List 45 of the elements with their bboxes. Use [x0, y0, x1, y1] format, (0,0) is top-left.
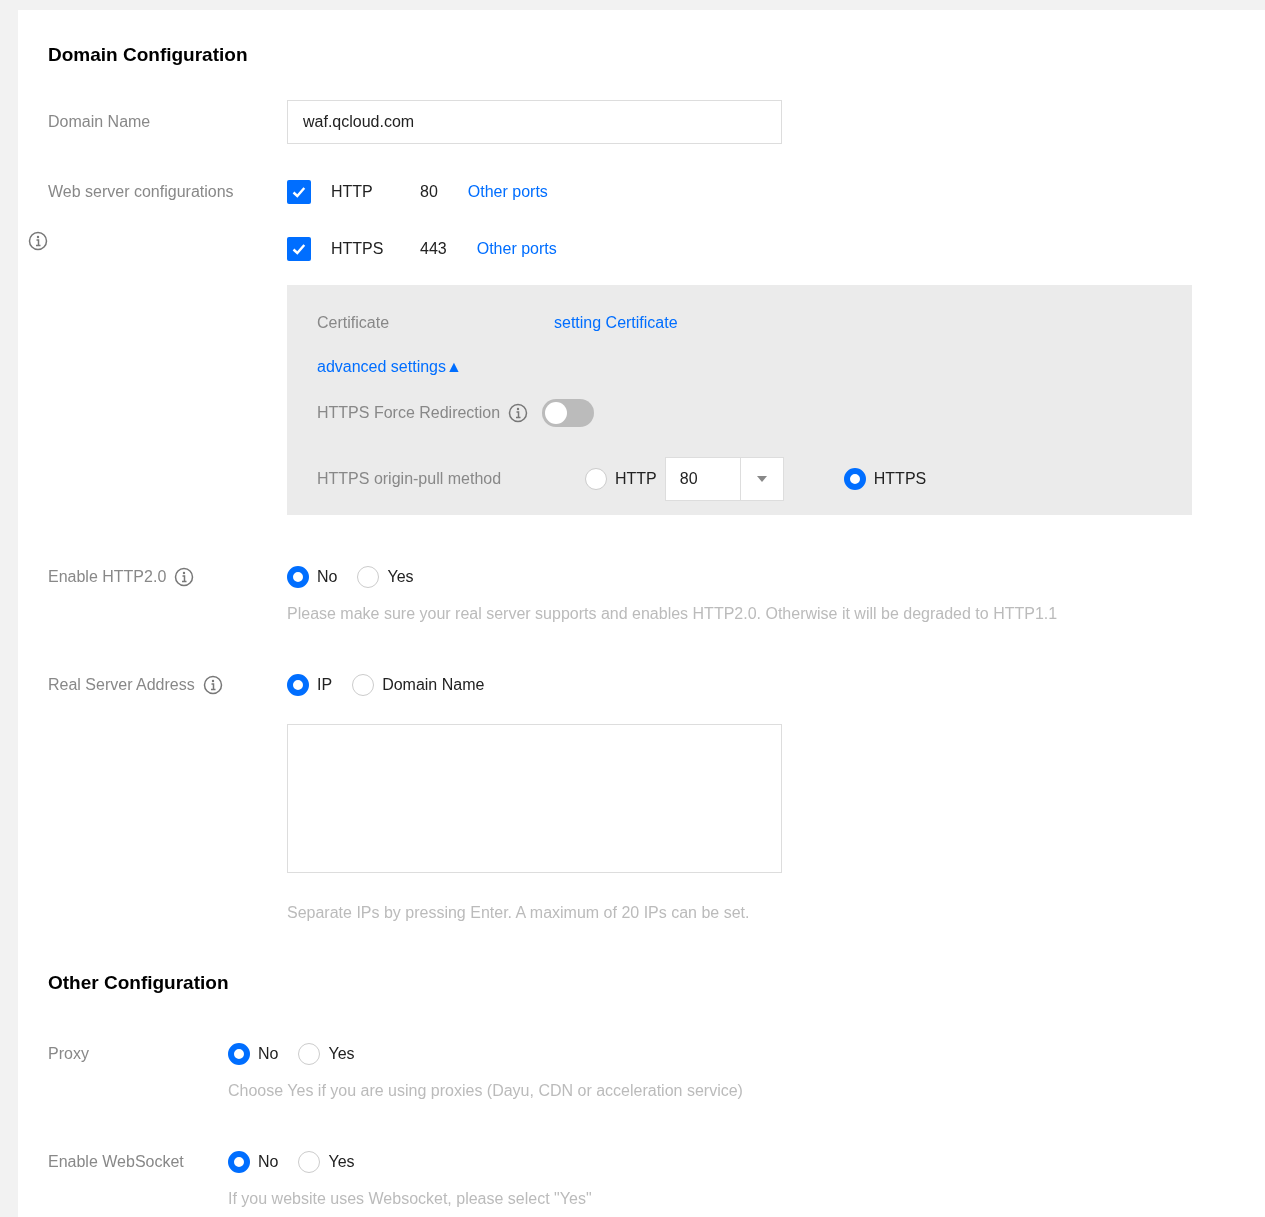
other-ports-link[interactable]: Other ports [467, 183, 548, 201]
field-label: Certificate [317, 314, 391, 332]
radio-option[interactable]: No [228, 1151, 279, 1173]
hint-text: If you website uses Websocket, please select "Yes" [228, 1190, 593, 1208]
port-number: 443 [420, 240, 447, 258]
field-label: Enable HTTP2.0 [48, 568, 167, 586]
radio-option[interactable]: Yes [298, 1043, 355, 1065]
port-select[interactable]: 80 [664, 457, 784, 501]
radio-option[interactable]: No [228, 1043, 279, 1065]
field-label: HTTPS Force Redirection [317, 404, 501, 422]
radio-option[interactable]: HTTPS [843, 468, 927, 490]
checkbox[interactable] [287, 180, 311, 204]
protocol-label: HTTP [331, 183, 374, 201]
info-icon [508, 403, 529, 423]
section-title: Other Configuration [48, 972, 230, 994]
radio-option[interactable]: IP [287, 674, 333, 696]
advanced-settings-link[interactable]: advanced settings▲ [317, 358, 462, 376]
radio-option[interactable]: No [287, 566, 338, 588]
info-icon [28, 231, 48, 251]
setting-certificate-link[interactable]: setting Certificate [554, 314, 678, 332]
radio-option[interactable]: Domain Name [352, 674, 485, 696]
field-label: Proxy [48, 1045, 89, 1063]
hint-text: Separate IPs by pressing Enter. A maximum of 20 IPs can be set. [287, 904, 751, 922]
toggle-switch[interactable] [542, 399, 595, 427]
hint-text: Please make sure your real server supports and enables HTTP2.0. Otherwise it will be degraded to HTTP1.1 [287, 605, 1059, 623]
caret-icon [755, 475, 768, 483]
hint-text: Choose Yes if you are using proxies (Dayu, CDN or acceleration service) [228, 1082, 744, 1100]
radio-option[interactable]: Yes [298, 1151, 355, 1173]
radio-option[interactable]: Yes [357, 566, 414, 588]
check-icon [291, 184, 307, 200]
info-icon [202, 675, 223, 695]
protocol-label: HTTPS [331, 240, 385, 258]
section-title: Domain Configuration [48, 44, 249, 66]
field-label: Web server configurations [48, 183, 234, 201]
radio-option[interactable]: HTTP [585, 468, 657, 490]
domain-name-field[interactable]: waf.qcloud.com [287, 100, 782, 144]
other-ports-link[interactable]: Other ports [476, 240, 557, 258]
info-icon [174, 567, 195, 587]
check-icon [291, 241, 307, 257]
checkbox[interactable] [287, 237, 311, 261]
port-number: 80 [420, 183, 438, 201]
field-label: Real Server Address [48, 676, 195, 694]
field-label: Domain Name [48, 112, 151, 132]
field-label: Enable WebSocket [48, 1153, 184, 1171]
field-label: HTTPS origin-pull method [317, 470, 503, 488]
